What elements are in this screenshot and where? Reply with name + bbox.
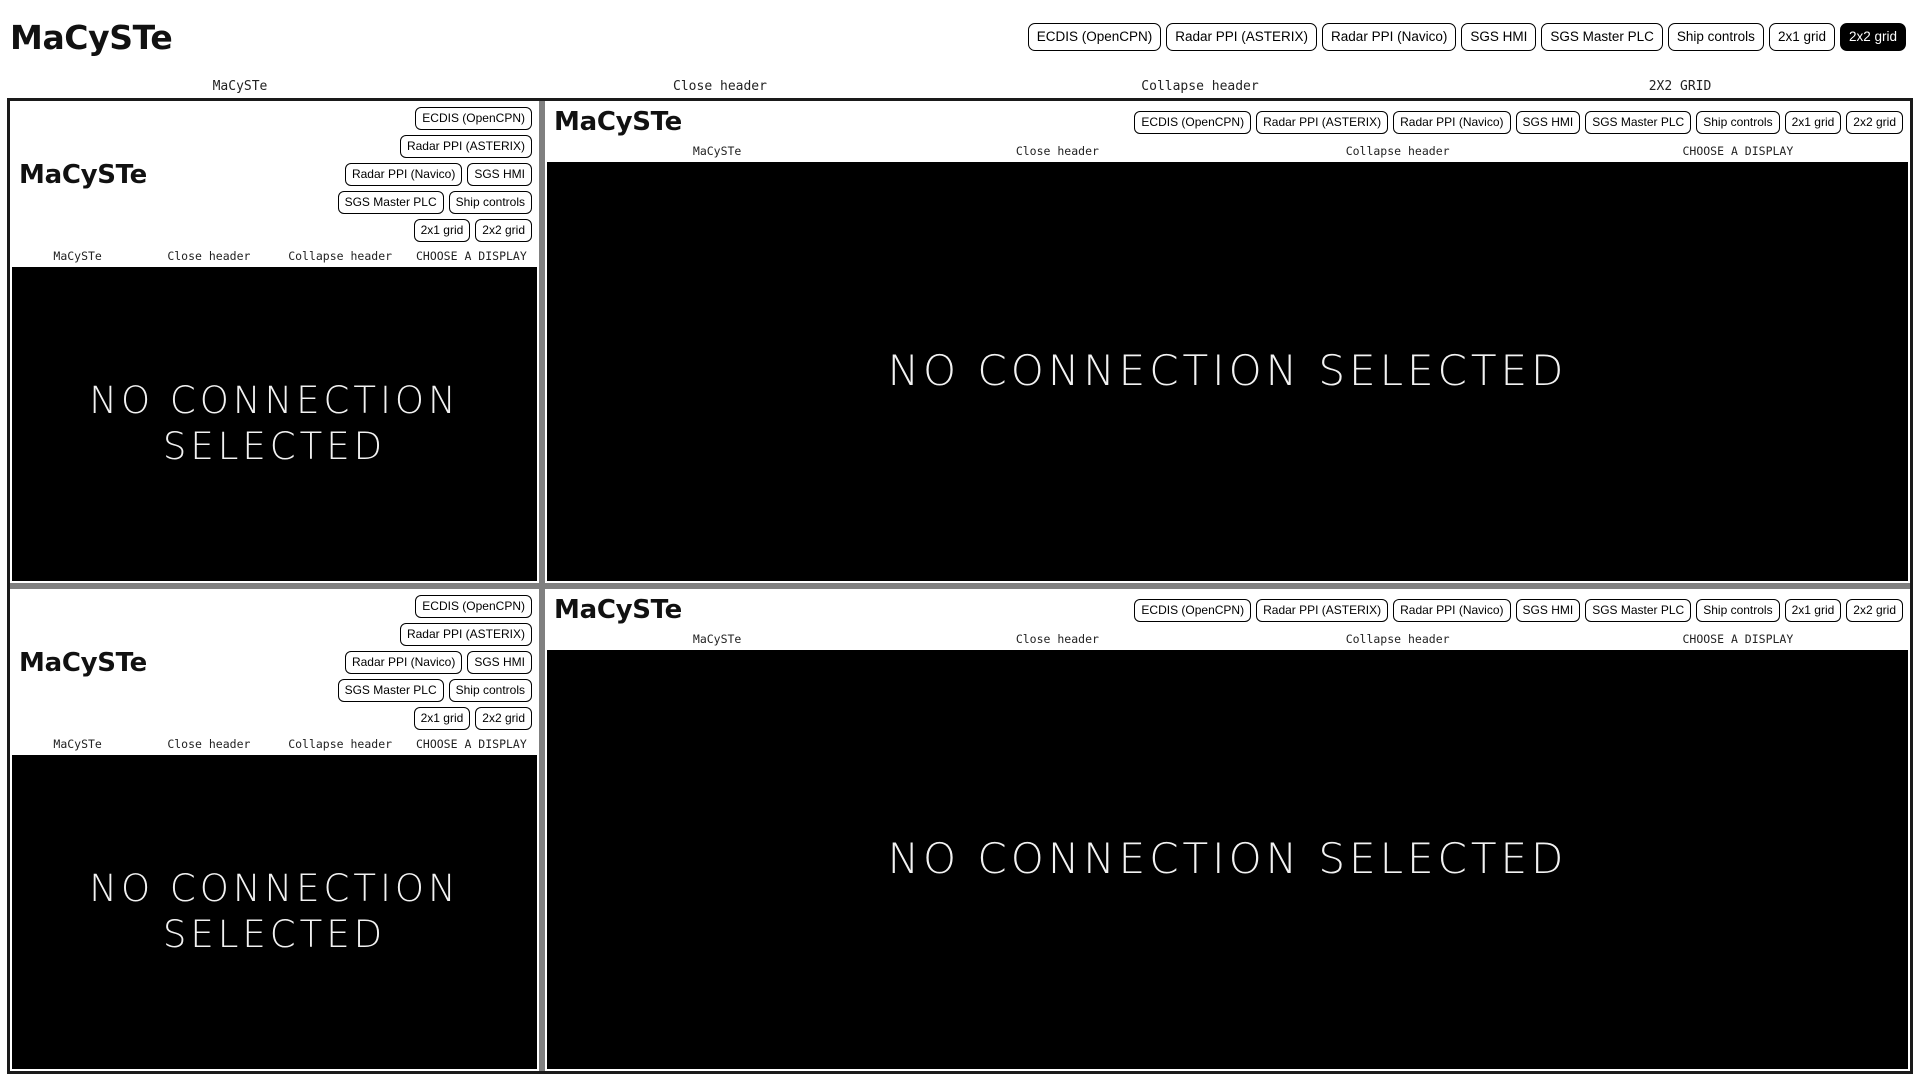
panel-top-left-button-ecdis-opencpn[interactable]: ECDIS (OpenCPN) <box>415 107 532 130</box>
panel-bottom-right-button-ecdis-opencpn[interactable]: ECDIS (OpenCPN) <box>1134 598 1252 622</box>
panel-bottom-right-button-ship-controls[interactable]: Ship controls <box>1696 598 1780 622</box>
panel-labels-top-right: MaCySTe Close header Collapse header CHOOSE… <box>545 142 1910 162</box>
panel-status-message-top-left: NO CONNECTION SELECTED <box>89 378 460 468</box>
toolbar-button-2x1-grid[interactable]: 2x1 grid <box>1768 22 1835 52</box>
panel-bottom-right-button-radar-ppi-asterix[interactable]: Radar PPI (ASTERIX) <box>1256 598 1389 622</box>
panel-header-top-right: MaCySTe ECDIS (OpenCPN) Radar PPI (ASTERIX… <box>545 101 1910 142</box>
global-hint-strip: MaCySTe Close header Collapse header 2X2 GR… <box>0 74 1920 98</box>
panel-top-left-button-radar-ppi-navico[interactable]: Radar PPI (Navico) <box>344 163 463 186</box>
panel-viewport-top-right[interactable]: NO CONNECTION SELECTED <box>547 162 1908 581</box>
panel-top-right-button-2x1-grid[interactable]: 2x1 grid <box>1784 110 1842 134</box>
panel-buttons-bottom-right: ECDIS (OpenCPN) Radar PPI (ASTERIX) Radar … <box>1134 598 1903 622</box>
panel-title-top-left: MaCySTe <box>19 159 147 190</box>
panel-title-bottom-left: MaCySTe <box>19 647 147 678</box>
panel-buttons-top-left: ECDIS (OpenCPN) Radar PPI (ASTERIX) Radar … <box>282 107 532 242</box>
panel-bottom-left-button-sgs-hmi[interactable]: SGS HMI <box>467 651 532 674</box>
toolbar-button-sgs-master-plc[interactable]: SGS Master PLC <box>1541 22 1663 52</box>
panel-bottom-left-button-radar-ppi-asterix[interactable]: Radar PPI (ASTERIX) <box>399 623 532 646</box>
panel-bottom-left-label-macyste: MaCySTe <box>53 737 102 751</box>
panel-header-bottom-right: MaCySTe ECDIS (OpenCPN) Radar PPI (ASTERIX… <box>545 589 1910 630</box>
toolbar-button-sgs-hmi[interactable]: SGS HMI <box>1461 22 1537 52</box>
display-panel-bottom-right: MaCySTe ECDIS (OpenCPN) Radar PPI (ASTERIX… <box>545 589 1910 1071</box>
app-toolbar: MaCySTe ECDIS (OpenCPN) Radar PPI (ASTERI… <box>0 0 1920 74</box>
panel-bottom-left-label-close-header: Close header <box>167 737 251 751</box>
display-panel-top-left: MaCySTe ECDIS (OpenCPN) Radar PPI (ASTERIX… <box>10 101 539 583</box>
toolbar-button-radar-ppi-asterix[interactable]: Radar PPI (ASTERIX) <box>1166 22 1318 52</box>
hint-label-close-header: Close header <box>673 78 767 94</box>
panel-top-left-label-choose-a-display: CHOOSE A DISPLAY <box>415 249 527 263</box>
panel-top-right-button-radar-ppi-asterix[interactable]: Radar PPI (ASTERIX) <box>1256 110 1389 134</box>
panel-top-right-label-macyste: MaCySTe <box>692 144 742 158</box>
hint-label-macyste: MaCySTe <box>212 78 268 94</box>
panel-top-right-button-sgs-master-plc[interactable]: SGS Master PLC <box>1585 110 1692 134</box>
panel-buttons-top-right: ECDIS (OpenCPN) Radar PPI (ASTERIX) Radar … <box>1134 110 1903 134</box>
panel-top-left-button-sgs-master-plc[interactable]: SGS Master PLC <box>337 191 444 214</box>
panel-bottom-right-button-2x2-grid[interactable]: 2x2 grid <box>1846 598 1903 622</box>
panel-top-right-button-2x2-grid[interactable]: 2x2 grid <box>1846 110 1903 134</box>
panel-labels-bottom-left: MaCySTe Close header Collapse header CHOOSE… <box>10 735 539 755</box>
display-panel-top-right: MaCySTe ECDIS (OpenCPN) Radar PPI (ASTERIX… <box>545 101 1910 583</box>
panel-top-left-button-ship-controls[interactable]: Ship controls <box>448 191 532 214</box>
panel-top-right-button-radar-ppi-navico[interactable]: Radar PPI (Navico) <box>1393 110 1511 134</box>
panel-top-right-label-close-header: Close header <box>1015 144 1099 158</box>
toolbar-button-ecdis-opencpn[interactable]: ECDIS (OpenCPN) <box>1027 22 1162 52</box>
panel-bottom-right-label-close-header: Close header <box>1015 632 1099 646</box>
panel-bottom-right-label-macyste: MaCySTe <box>692 632 742 646</box>
panel-bottom-left-button-2x1-grid[interactable]: 2x1 grid <box>413 707 471 730</box>
panel-bottom-right-button-sgs-master-plc[interactable]: SGS Master PLC <box>1585 598 1692 622</box>
panel-title-top-right: MaCySTe <box>554 107 682 137</box>
panel-header-top-left: MaCySTe ECDIS (OpenCPN) Radar PPI (ASTERIX… <box>10 101 539 247</box>
panel-top-left-button-2x1-grid[interactable]: 2x1 grid <box>413 219 471 242</box>
app-toolbar-buttons: ECDIS (OpenCPN) Radar PPI (ASTERIX) Radar … <box>1027 22 1906 52</box>
panel-status-message-bottom-left: NO CONNECTION SELECTED <box>89 866 460 956</box>
panel-top-left-label-macyste: MaCySTe <box>53 249 102 263</box>
panel-header-bottom-left: MaCySTe ECDIS (OpenCPN) Radar PPI (ASTERIX… <box>10 589 539 735</box>
panel-labels-top-left: MaCySTe Close header Collapse header CHOOSE… <box>10 247 539 267</box>
panel-bottom-left-button-2x2-grid[interactable]: 2x2 grid <box>475 707 532 730</box>
panel-bottom-left-button-radar-ppi-navico[interactable]: Radar PPI (Navico) <box>344 651 463 674</box>
hint-label-collapse-header: Collapse header <box>1141 78 1259 94</box>
panel-top-right-button-ship-controls[interactable]: Ship controls <box>1696 110 1780 134</box>
panel-top-left-label-close-header: Close header <box>167 249 251 263</box>
panel-top-right-button-sgs-hmi[interactable]: SGS HMI <box>1515 110 1581 134</box>
hint-label-2x2-grid: 2X2 GRID <box>1648 78 1712 94</box>
panel-labels-bottom-right: MaCySTe Close header Collapse header CHOOSE… <box>545 630 1910 650</box>
display-grid-wrapper: MaCySTe ECDIS (OpenCPN) Radar PPI (ASTERIX… <box>0 98 1920 1080</box>
panel-bottom-right-button-2x1-grid[interactable]: 2x1 grid <box>1784 598 1842 622</box>
toolbar-button-2x2-grid[interactable]: 2x2 grid <box>1839 22 1906 52</box>
panel-title-bottom-right: MaCySTe <box>554 595 682 625</box>
panel-bottom-left-button-sgs-master-plc[interactable]: SGS Master PLC <box>337 679 444 702</box>
panel-bottom-left-button-ship-controls[interactable]: Ship controls <box>448 679 532 702</box>
panel-top-left-label-collapse-header: Collapse header <box>288 249 393 263</box>
panel-bottom-right-label-choose-a-display: CHOOSE A DISPLAY <box>1682 632 1794 646</box>
panel-status-message-bottom-right: NO CONNECTION SELECTED <box>887 834 1568 884</box>
toolbar-button-radar-ppi-navico[interactable]: Radar PPI (Navico) <box>1322 22 1457 52</box>
panel-bottom-right-button-radar-ppi-navico[interactable]: Radar PPI (Navico) <box>1393 598 1511 622</box>
display-grid: MaCySTe ECDIS (OpenCPN) Radar PPI (ASTERIX… <box>7 98 1913 1074</box>
panel-bottom-left-label-choose-a-display: CHOOSE A DISPLAY <box>415 737 527 751</box>
panel-buttons-bottom-left: ECDIS (OpenCPN) Radar PPI (ASTERIX) Radar … <box>282 595 532 730</box>
display-panel-bottom-left: MaCySTe ECDIS (OpenCPN) Radar PPI (ASTERIX… <box>10 589 539 1071</box>
panel-top-right-label-choose-a-display: CHOOSE A DISPLAY <box>1682 144 1794 158</box>
panel-top-right-button-ecdis-opencpn[interactable]: ECDIS (OpenCPN) <box>1134 110 1252 134</box>
panel-bottom-right-label-collapse-header: Collapse header <box>1345 632 1450 646</box>
panel-viewport-bottom-left[interactable]: NO CONNECTION SELECTED <box>12 755 537 1069</box>
panel-viewport-bottom-right[interactable]: NO CONNECTION SELECTED <box>547 650 1908 1069</box>
panel-top-right-label-collapse-header: Collapse header <box>1345 144 1450 158</box>
panel-top-left-button-radar-ppi-asterix[interactable]: Radar PPI (ASTERIX) <box>399 135 532 158</box>
panel-status-message-top-right: NO CONNECTION SELECTED <box>887 346 1568 396</box>
app-title: MaCySTe <box>10 17 173 57</box>
panel-bottom-left-label-collapse-header: Collapse header <box>288 737 393 751</box>
toolbar-button-ship-controls[interactable]: Ship controls <box>1667 22 1764 52</box>
panel-bottom-left-button-ecdis-opencpn[interactable]: ECDIS (OpenCPN) <box>415 595 532 618</box>
panel-top-left-button-sgs-hmi[interactable]: SGS HMI <box>467 163 532 186</box>
panel-top-left-button-2x2-grid[interactable]: 2x2 grid <box>475 219 532 242</box>
panel-bottom-right-button-sgs-hmi[interactable]: SGS HMI <box>1515 598 1581 622</box>
panel-viewport-top-left[interactable]: NO CONNECTION SELECTED <box>12 267 537 581</box>
